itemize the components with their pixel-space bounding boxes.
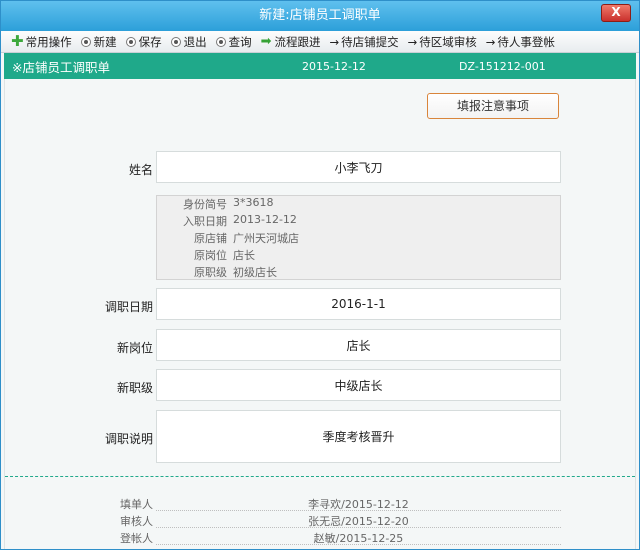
new-level-label: 新职级 bbox=[116, 381, 153, 395]
radio-icon bbox=[170, 36, 181, 47]
footer-row-reviewer: 审核人 张无忌/2015-12-20 bbox=[5, 513, 635, 529]
close-button[interactable]: X bbox=[601, 4, 631, 22]
info-row: 入职日期 2013-12-12 bbox=[157, 213, 560, 230]
plus-icon: ✚ bbox=[11, 32, 24, 50]
footer-row-filler: 填单人 李寻欢/2015-12-12 bbox=[5, 496, 635, 512]
info-value: 初级店长 bbox=[233, 266, 277, 279]
save-button[interactable]: 保存 bbox=[125, 34, 162, 50]
toolbar: ✚ 常用操作 新建 保存 退出 查询 ➡ 流程跟进 → 待店铺提交 → 待区域审… bbox=[1, 31, 639, 53]
footer-key: 填单人 bbox=[120, 498, 153, 511]
title-bar: 新建:店铺员工调职单 X bbox=[1, 1, 639, 31]
new-post-label: 新岗位 bbox=[116, 341, 153, 355]
window-title: 新建:店铺员工调职单 bbox=[259, 8, 381, 23]
form-doc-number: DZ-151212-001 bbox=[459, 59, 546, 73]
info-value: 广州天河城店 bbox=[233, 232, 299, 245]
common-ops-menu[interactable]: ✚ 常用操作 bbox=[11, 34, 72, 50]
exit-label: 退出 bbox=[183, 34, 207, 49]
arrow-right-icon: → bbox=[329, 34, 340, 49]
arrow-right-icon: → bbox=[407, 34, 418, 49]
notice-button[interactable]: 填报注意事项 bbox=[427, 93, 559, 119]
save-label: 保存 bbox=[138, 34, 162, 49]
form-header: ※店铺员工调职单 2015-12-12 DZ-151212-001 bbox=[4, 53, 636, 79]
new-post-field[interactable]: 店长 bbox=[156, 329, 561, 361]
to-region-review-button[interactable]: → 待区域审核 bbox=[408, 34, 477, 50]
transfer-date-label: 调职日期 bbox=[104, 300, 153, 314]
info-key: 原职级 bbox=[194, 266, 227, 279]
footer-key: 登帐人 bbox=[120, 532, 153, 545]
form-date: 2015-12-12 bbox=[302, 59, 366, 73]
to-hr-register-button[interactable]: → 待人事登帐 bbox=[486, 34, 555, 50]
query-label: 查询 bbox=[228, 34, 252, 49]
to-store-submit-label: 待店铺提交 bbox=[341, 34, 399, 49]
query-button[interactable]: 查询 bbox=[215, 34, 252, 50]
info-key: 原岗位 bbox=[194, 249, 227, 262]
exit-button[interactable]: 退出 bbox=[170, 34, 207, 50]
common-ops-label: 常用操作 bbox=[25, 34, 72, 49]
flow-track-label: 流程跟进 bbox=[274, 34, 321, 49]
employee-info-box: 身份简号 3*3618 入职日期 2013-12-12 原店铺 广州天河城店 原… bbox=[156, 195, 561, 280]
footer-value: 张无忌/2015-12-20 bbox=[156, 513, 561, 528]
section-divider bbox=[5, 476, 635, 477]
name-field[interactable]: 小李飞刀 bbox=[156, 151, 561, 183]
transfer-date-field[interactable]: 2016-1-1 bbox=[156, 288, 561, 320]
transfer-note-field[interactable]: 季度考核晋升 bbox=[156, 410, 561, 463]
info-row: 原店铺 广州天河城店 bbox=[157, 230, 560, 247]
info-key: 入职日期 bbox=[183, 215, 227, 228]
info-value: 2013-12-12 bbox=[233, 213, 297, 226]
green-arrow-icon: ➡ bbox=[260, 34, 272, 49]
radio-icon bbox=[125, 36, 136, 47]
info-value: 3*3618 bbox=[233, 196, 274, 209]
arrow-right-icon: → bbox=[485, 34, 496, 49]
info-row: 原岗位 店长 bbox=[157, 247, 560, 264]
app-window: 新建:店铺员工调职单 X ✚ 常用操作 新建 保存 退出 查询 ➡ 流程跟进 → bbox=[0, 0, 640, 550]
to-store-submit-button[interactable]: → 待店铺提交 bbox=[329, 34, 398, 50]
new-label: 新建 bbox=[93, 34, 117, 49]
info-row: 原职级 初级店长 bbox=[157, 264, 560, 281]
form-body: 填报注意事项 姓名 小李飞刀 身份简号 3*3618 入职日期 2013-12-… bbox=[4, 79, 636, 549]
new-button[interactable]: 新建 bbox=[80, 34, 117, 50]
radio-icon bbox=[215, 36, 226, 47]
form-title: ※店铺员工调职单 bbox=[12, 59, 110, 75]
footer-value: 赵敏/2015-12-25 bbox=[156, 530, 561, 545]
new-level-field[interactable]: 中级店长 bbox=[156, 369, 561, 401]
to-hr-register-label: 待人事登帐 bbox=[497, 34, 555, 49]
info-key: 身份简号 bbox=[183, 198, 227, 211]
info-row: 身份简号 3*3618 bbox=[157, 196, 560, 213]
footer-key: 审核人 bbox=[120, 515, 153, 528]
info-key: 原店铺 bbox=[194, 232, 227, 245]
to-region-review-label: 待区域审核 bbox=[419, 34, 477, 49]
info-value: 店长 bbox=[233, 249, 255, 262]
footer-value: 李寻欢/2015-12-12 bbox=[156, 496, 561, 511]
flow-track-button[interactable]: ➡ 流程跟进 bbox=[261, 34, 321, 50]
radio-icon bbox=[80, 36, 91, 47]
name-label: 姓名 bbox=[128, 163, 153, 177]
footer-row-registrar: 登帐人 赵敏/2015-12-25 bbox=[5, 530, 635, 546]
transfer-note-label: 调职说明 bbox=[104, 432, 153, 446]
